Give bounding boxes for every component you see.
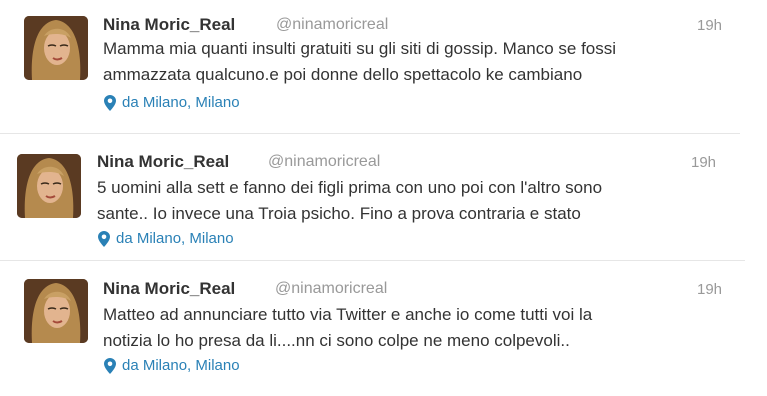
tweet-timestamp[interactable]: 19h [697, 281, 722, 298]
avatar[interactable] [17, 154, 81, 218]
map-pin-icon [104, 357, 116, 374]
location-label: da Milano, Milano [116, 230, 234, 247]
user-name[interactable]: Nina Moric_Real [97, 152, 229, 172]
tweet-location[interactable]: da Milano, Milano [98, 230, 234, 247]
avatar[interactable] [24, 279, 88, 343]
tweet-timestamp[interactable]: 19h [697, 17, 722, 34]
tweet-location[interactable]: da Milano, Milano [104, 94, 240, 111]
tweet[interactable]: Nina Moric_Real @ninamoricreal 19h Matte… [0, 260, 767, 396]
tweet[interactable]: Nina Moric_Real @ninamoricreal 19h Mamma… [0, 0, 767, 133]
tweet-text-line: Mamma mia quanti insulti gratuiti su gli… [103, 39, 617, 58]
tweet-text-line: Matteo ad annunciare tutto via Twitter e… [103, 305, 593, 324]
tweet-location[interactable]: da Milano, Milano [104, 357, 240, 374]
tweet-text-line: 5 uomini alla sett e fanno dei figli pri… [97, 178, 603, 197]
avatar[interactable] [24, 16, 88, 80]
location-label: da Milano, Milano [122, 94, 240, 111]
user-handle[interactable]: @ninamoricreal [276, 16, 388, 34]
tweet-timestamp[interactable]: 19h [691, 154, 716, 171]
tweet-text-line: ammazzata qualcuno.e poi donne dello spe… [103, 65, 583, 84]
user-handle[interactable]: @ninamoricreal [268, 153, 380, 171]
location-label: da Milano, Milano [122, 357, 240, 374]
user-handle[interactable]: @ninamoricreal [275, 280, 387, 298]
tweet-text-line: notizia lo ho presa da li....nn ci sono … [103, 331, 570, 350]
map-pin-icon [104, 94, 116, 111]
tweet-text-line: sante.. Io invece una Troia psicho. Fino… [97, 204, 581, 223]
user-name[interactable]: Nina Moric_Real [103, 15, 235, 35]
tweet[interactable]: Nina Moric_Real @ninamoricreal 19h 5 uom… [0, 133, 767, 260]
map-pin-icon [98, 230, 110, 247]
user-name[interactable]: Nina Moric_Real [103, 279, 235, 299]
